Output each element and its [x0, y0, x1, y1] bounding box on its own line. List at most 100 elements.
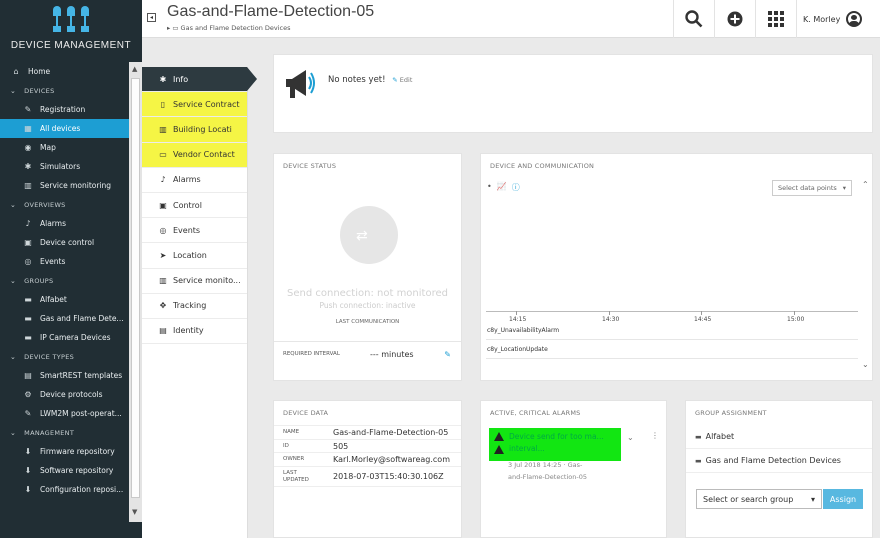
tab-label: Control	[173, 200, 202, 210]
event-type: c8y_LocationUpdate	[487, 345, 548, 353]
tab-building-location[interactable]: ▥ Building Locati	[142, 117, 247, 143]
nav-section-groups[interactable]: ⌄ GROUPS	[0, 271, 142, 290]
nav-item-software[interactable]: ⬇ Software repository	[0, 461, 142, 480]
nav-item-device-protocols[interactable]: ⚙ Device protocols	[0, 385, 142, 404]
nav-label: Firmware repository	[40, 447, 115, 456]
chevron-down-icon[interactable]: ⌄	[627, 433, 634, 442]
breadcrumb[interactable]: ▸ ▭ Gas and Flame Detection Devices	[167, 24, 291, 32]
alarm-item[interactable]: Device send for too ma... interval...	[489, 428, 621, 461]
group-select[interactable]: Select or search group ▾	[696, 489, 822, 509]
event-row[interactable]: c8y_LocationUpdate	[486, 340, 858, 359]
notes-edit-link[interactable]: ✎ Edit	[392, 76, 412, 84]
main-navigation: DEVICE MANAGEMENT ⌂ Home ⌄ DEVICES ✎ Regist…	[0, 0, 150, 538]
event-row[interactable]: c8y_UnavailabilityAlarm	[486, 321, 858, 340]
last-communication-label: LAST COMMUNICATION	[335, 319, 400, 325]
scroll-up-icon[interactable]: ▲	[132, 65, 137, 73]
scroll-up-icon[interactable]: ⌃	[862, 180, 869, 189]
device-data-card: DEVICE DATA NAME Gas-and-Flame-Detection…	[273, 400, 462, 538]
group-assignment-card: GROUP ASSIGNMENT ▬ Alfabet ▬ Gas and Flame…	[685, 400, 873, 538]
tab-label: Location	[173, 250, 207, 260]
user-menu[interactable]: K. Morley	[796, 0, 880, 38]
group-name: Alfabet	[705, 432, 735, 441]
tab-identity[interactable]: ▤ Identity	[142, 319, 247, 345]
nav-item-home[interactable]: ⌂ Home	[0, 62, 142, 81]
nav-section-overviews[interactable]: ⌄ OVERVIEWS	[0, 195, 142, 214]
warning-icon	[494, 432, 504, 441]
nav-item-service-monitoring[interactable]: ▥ Service monitoring	[0, 176, 142, 195]
tab-control[interactable]: ▣ Control	[142, 193, 247, 219]
nav-item-alarms[interactable]: ♪ Alarms	[0, 214, 142, 233]
collapse-nav-button[interactable]: ◂	[147, 13, 156, 22]
nav-item-simulators[interactable]: ✱ Simulators	[0, 157, 142, 176]
more-options-icon[interactable]: ⋮	[651, 431, 659, 440]
nav-label: IP Camera Devices	[40, 333, 111, 342]
home-icon: ⌂	[13, 67, 19, 76]
nav-item-lwm2m[interactable]: ✎ LWM2M post-operat...	[0, 404, 142, 423]
app-switcher-button[interactable]	[755, 0, 796, 38]
grid-icon	[768, 11, 784, 27]
nav-item-smartrest[interactable]: ▤ SmartREST templates	[0, 366, 142, 385]
tab-label: Info	[173, 74, 189, 84]
nav-item-registration[interactable]: ✎ Registration	[0, 100, 142, 119]
device-name-value[interactable]: Gas-and-Flame-Detection-05	[333, 428, 448, 437]
warning-icon	[494, 445, 504, 454]
folder-icon: ▬	[24, 314, 32, 323]
scroll-down-icon[interactable]: ⌄	[862, 360, 869, 369]
device-owner-value[interactable]: Karl.Morley@softwareag.com	[333, 455, 450, 464]
page-header: ◂ Gas-and-Flame-Detection-05 ▸ ▭ Gas and…	[142, 0, 880, 38]
data-points-select[interactable]: Select data points ▾	[772, 180, 852, 196]
tab-events[interactable]: ◎ Events	[142, 218, 247, 244]
required-interval-value: --- minutes	[370, 349, 414, 359]
nav-item-all-devices[interactable]: ▦ All devices	[0, 119, 150, 138]
nav-item-device-control[interactable]: ▣ Device control	[0, 233, 142, 252]
last-updated-value: 2018-07-03T15:40:30.106Z	[333, 472, 444, 481]
device-owner-row: OWNER Karl.Morley@softwareag.com	[274, 453, 461, 467]
app-logo: DEVICE MANAGEMENT	[0, 0, 142, 62]
alarm-meta: 3 Jul 2018 14:25 · Gas- and-Flame-Detect…	[508, 459, 587, 483]
help-icon[interactable]: ⓘ	[512, 182, 520, 193]
nav-section-management[interactable]: ⌄ MANAGEMENT	[0, 423, 142, 442]
nav-section-devices[interactable]: ⌄ DEVICES	[0, 81, 142, 100]
assign-button[interactable]: Assign	[823, 489, 863, 509]
search-icon	[685, 10, 703, 28]
group-item[interactable]: ▬ Gas and Flame Detection Devices	[686, 449, 872, 473]
nav-label: Alfabet	[40, 295, 67, 304]
nav-item-firmware[interactable]: ⬇ Firmware repository	[0, 442, 142, 461]
group-item[interactable]: ▬ Alfabet	[686, 425, 872, 449]
comm-scrollbar[interactable]: ⌃ ⌄	[859, 180, 872, 375]
tab-alarms[interactable]: ♪ Alarms	[142, 168, 247, 193]
tab-service-contract[interactable]: ▯ Service Contract	[142, 92, 247, 118]
download-icon: ⬇	[24, 466, 32, 475]
nav-section-label: OVERVIEWS	[24, 200, 66, 209]
search-button[interactable]	[673, 0, 714, 38]
nav-scrollbar[interactable]: ▲ ▼	[129, 62, 142, 522]
nav-list: ⌂ Home ⌄ DEVICES ✎ Registration ▦ All device…	[0, 62, 150, 499]
tab-vendor-contact[interactable]: ▭ Vendor Contact	[142, 142, 247, 168]
last-updated-label-line-2: UPDATED	[283, 476, 309, 483]
line-chart-icon[interactable]: 📈	[497, 182, 507, 193]
tab-label: Service monito...	[173, 276, 241, 286]
nav-item-group-alfabet[interactable]: ▬ Alfabet	[0, 290, 142, 309]
nav-item-events[interactable]: ◎ Events	[0, 252, 142, 271]
add-button[interactable]	[714, 0, 755, 38]
event-type: c8y_UnavailabilityAlarm	[487, 326, 560, 334]
nav-section-device-types[interactable]: ⌄ DEVICE TYPES	[0, 347, 142, 366]
scroll-down-icon[interactable]: ▼	[132, 508, 137, 516]
tab-tracking[interactable]: ✥ Tracking	[142, 294, 247, 319]
scrollbar-thumb[interactable]	[131, 78, 140, 498]
nav-item-group-gas-flame[interactable]: ▬ Gas and Flame Dete...	[0, 309, 142, 328]
nav-item-configuration[interactable]: ⬇ Configuration reposi...	[0, 480, 142, 499]
tab-info[interactable]: ✱ Info	[142, 67, 257, 93]
tab-service-monitoring[interactable]: ▥ Service monito...	[142, 269, 247, 294]
dot-icon[interactable]: •	[487, 182, 492, 193]
nav-item-map[interactable]: ◉ Map	[0, 138, 142, 157]
alarm-source[interactable]: and-Flame-Detection-05	[508, 473, 587, 481]
nav-label: Configuration reposi...	[40, 485, 124, 494]
card-title: ACTIVE, CRITICAL ALARMS	[490, 409, 581, 417]
control-icon: ▣	[159, 200, 167, 210]
nav-item-group-ip-camera[interactable]: ▬ IP Camera Devices	[0, 328, 142, 347]
tab-location[interactable]: ➤ Location	[142, 243, 247, 269]
breadcrumb-group[interactable]: Gas and Flame Detection Devices	[181, 24, 291, 32]
edit-interval-icon[interactable]: ✎	[444, 350, 451, 359]
user-avatar-icon	[846, 11, 863, 27]
